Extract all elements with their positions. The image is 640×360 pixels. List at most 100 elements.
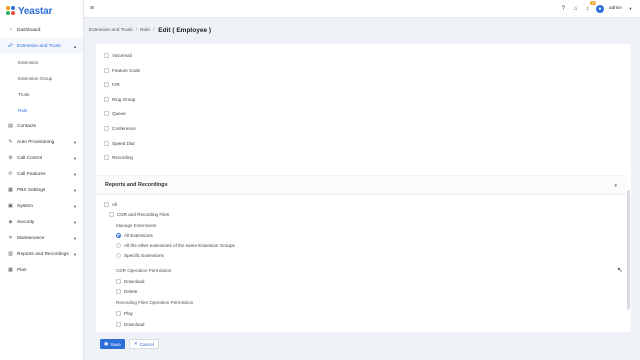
save-button[interactable]: ▣ Save xyxy=(100,339,125,349)
manage-extensions-label: Manage Extensions xyxy=(116,223,157,228)
sidebar-item-label: Dashboard xyxy=(17,27,41,33)
sidebar-subitem-extension-group[interactable]: Extension Group xyxy=(0,70,83,86)
sidebar-item-label: System xyxy=(17,203,33,209)
reports-all[interactable]: All xyxy=(104,202,117,207)
plan-icon: ▦ xyxy=(8,267,13,273)
chevron-down-icon: ▼ xyxy=(73,203,77,209)
chevron-down-icon: ▼ xyxy=(73,251,77,257)
option-label: Download xyxy=(124,279,145,284)
checkbox[interactable] xyxy=(104,97,109,102)
bell-icon[interactable]: ♪ 13 xyxy=(584,1,596,12)
cdr-op-delete[interactable]: Delete xyxy=(116,289,137,294)
sidebar-subitem-extension[interactable]: Extension xyxy=(0,54,83,70)
permission-label: Voicemail xyxy=(112,53,132,58)
checkbox[interactable] xyxy=(116,279,121,284)
page-title: Edit ( Employee ) xyxy=(158,26,212,34)
sidebar-item-contacts[interactable]: ▤ Contacts xyxy=(0,118,83,134)
pbx-settings-icon: ▦ xyxy=(8,187,13,193)
permission-ivr[interactable]: IVR xyxy=(104,82,120,87)
sidebar-subitem-trunk[interactable]: Trunk xyxy=(0,86,83,102)
sidebar-item-auto-provisioning[interactable]: ✎ Auto Provisioning ▼ xyxy=(0,134,83,150)
rec-op-play[interactable]: Play xyxy=(116,311,133,316)
rec-op-download[interactable]: Download xyxy=(116,322,144,327)
permission-conference[interactable]: Conference xyxy=(104,126,136,131)
cancel-button-label: Cancel xyxy=(139,341,154,347)
checkbox[interactable] xyxy=(116,322,121,327)
chevron-down-icon[interactable]: ▼ xyxy=(614,183,618,188)
sidebar-item-label: Security xyxy=(17,219,35,225)
chevron-down-icon: ▼ xyxy=(73,171,77,177)
sidebar-item-label: Maintenance xyxy=(17,235,45,241)
permission-ring-group[interactable]: Ring Group xyxy=(104,97,136,102)
security-icon: ◈ xyxy=(8,219,13,225)
manage-option-specific[interactable]: Specific Extensions xyxy=(116,253,164,258)
call-features-icon: ✆ xyxy=(8,171,13,177)
help-icon[interactable]: ? xyxy=(560,5,567,12)
chevron-down-icon: ▼ xyxy=(73,155,77,161)
close-icon: ✕ xyxy=(133,341,138,346)
permission-voicemail[interactable]: Voicemail xyxy=(104,53,132,58)
checkbox[interactable] xyxy=(109,212,114,217)
breadcrumb-extension-and-trunk[interactable]: Extension and Trunk xyxy=(89,28,133,33)
avatar[interactable]: ● xyxy=(595,4,604,13)
recording-operation-label: Recording Files Operation Permission xyxy=(116,300,194,305)
sidebar-item-pbx-settings[interactable]: ▦ PBX Settings ▼ xyxy=(0,182,83,198)
chevron-down-icon: ▼ xyxy=(73,187,77,193)
scrollbar[interactable] xyxy=(627,190,630,310)
sidebar-item-security[interactable]: ◈ Security ▼ xyxy=(0,214,83,230)
option-label: Play xyxy=(124,311,133,316)
sidebar-item-dashboard[interactable]: ◔ Dashboard xyxy=(0,22,83,38)
reports-icon: ▥ xyxy=(8,251,13,257)
sidebar-item-maintenance[interactable]: ✕ Maintenance ▼ xyxy=(0,230,83,246)
sidebar-item-plan[interactable]: ▦ Plan xyxy=(0,262,83,278)
sidebar: Yeastar ◔ Dashboard ☍ Extension and Trun… xyxy=(0,0,84,360)
checkbox[interactable] xyxy=(104,202,109,207)
sidebar-item-reports-and-recordings[interactable]: ▥ Reports and Recordings ▼ xyxy=(0,246,83,262)
save-icon: ▣ xyxy=(104,341,109,346)
cancel-button[interactable]: ✕ Cancel xyxy=(128,339,159,349)
username[interactable]: admin xyxy=(609,6,622,11)
sidebar-item-system[interactable]: ▣ System ▼ xyxy=(0,198,83,214)
save-button-label: Save xyxy=(110,341,121,347)
sidebar-item-call-control[interactable]: ⚙ Call Control ▼ xyxy=(0,150,83,166)
checkbox[interactable] xyxy=(104,82,109,87)
cdr-op-download[interactable]: Download xyxy=(116,279,144,284)
breadcrumb: Extension and Trunk / Role / Edit ( Empl… xyxy=(89,24,211,36)
checkbox[interactable] xyxy=(116,289,121,294)
manage-option-same-group[interactable]: All the other extensions of the same Ext… xyxy=(116,243,235,248)
checkbox[interactable] xyxy=(104,111,109,116)
checkbox[interactable] xyxy=(104,155,109,160)
permission-speed-dial[interactable]: Speed Dial xyxy=(104,141,134,146)
sidebar-item-extension-and-trunk[interactable]: ☍ Extension and Trunk ▲ xyxy=(0,38,83,54)
extension-icon: ☍ xyxy=(7,43,14,49)
permission-queue[interactable]: Queue xyxy=(104,111,126,116)
manage-option-all[interactable]: All Extensions xyxy=(116,233,153,238)
radio-button[interactable] xyxy=(116,233,121,238)
chevron-down-icon[interactable]: ▼ xyxy=(627,5,634,12)
checkbox[interactable] xyxy=(104,126,109,131)
sidebar-item-label: Contacts xyxy=(17,123,36,129)
sidebar-item-call-features[interactable]: ✆ Call Features ▼ xyxy=(0,166,83,182)
breadcrumb-role[interactable]: Role xyxy=(140,28,150,33)
reports-cdr-and-recordings[interactable]: CDR and Recording Files xyxy=(109,212,169,217)
permission-recording[interactable]: Recording xyxy=(104,155,133,160)
permission-feature-code[interactable]: Feature Code xyxy=(104,68,140,73)
checkbox[interactable] xyxy=(104,141,109,146)
radio-button[interactable] xyxy=(116,253,121,258)
section-title: Reports and Recordings xyxy=(105,182,168,188)
checkbox[interactable] xyxy=(116,311,121,316)
reports-section-header[interactable]: Reports and Recordings ▼ xyxy=(96,175,626,195)
checkbox[interactable] xyxy=(104,68,109,73)
checkbox[interactable] xyxy=(104,53,109,58)
sidebar-item-label: Call Control xyxy=(17,155,43,161)
permissions-panel: Voicemail Feature Code IVR Ring Group Qu… xyxy=(96,44,631,332)
logo[interactable]: Yeastar xyxy=(0,0,83,22)
chevron-down-icon: ▼ xyxy=(73,139,77,145)
option-label: Delete xyxy=(124,289,138,294)
option-label: All Extensions xyxy=(124,233,153,238)
sidebar-item-label: Call Features xyxy=(17,171,46,177)
sidebar-subitem-role[interactable]: Role xyxy=(0,102,83,118)
radio-button[interactable] xyxy=(116,243,121,248)
menu-toggle-icon[interactable]: ≡ xyxy=(90,5,94,12)
home-icon[interactable]: ⌂ xyxy=(572,5,579,12)
